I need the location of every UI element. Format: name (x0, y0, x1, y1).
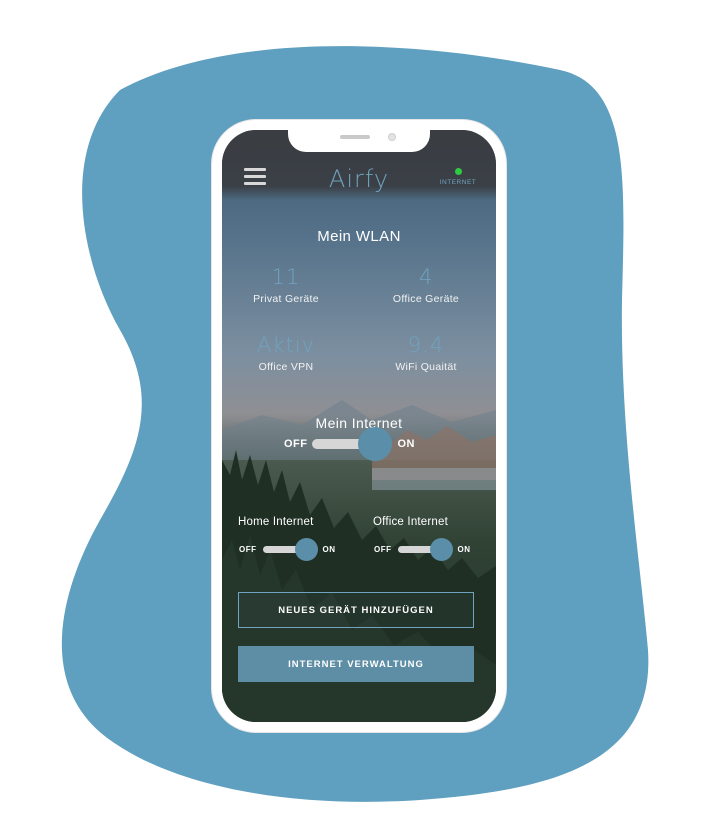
toggle-off-label: OFF (284, 438, 308, 450)
stat-office-devices: 4 Office Geräte (366, 265, 486, 305)
main-internet-toggle[interactable]: OFF ON (284, 427, 415, 461)
phone-screen: Airfy INTERNET Mein WLAN 11 Privat Gerät… (222, 130, 496, 722)
home-internet-toggle[interactable]: OFF ON (239, 538, 336, 561)
toggle-knob[interactable] (357, 427, 392, 461)
status-dot-icon (454, 168, 462, 175)
toggle-knob[interactable] (294, 538, 318, 561)
home-internet-title: Home Internet (238, 516, 314, 528)
toggle-on-label: ON (397, 438, 415, 450)
toggle-track[interactable] (262, 538, 318, 561)
speaker-icon (340, 135, 370, 139)
toggle-on-label: ON (322, 545, 336, 554)
wlan-title: Mein WLAN (317, 228, 401, 245)
stat-label: Office Geräte (392, 293, 460, 305)
stat-label: Privat Geräte (253, 293, 319, 305)
stat-value: 9.4 (407, 333, 445, 357)
toggle-on-label: ON (457, 545, 471, 554)
phone-notch (288, 130, 430, 152)
stat-value: 4 (418, 265, 434, 289)
stat-label: WiFi Quaität (395, 361, 457, 373)
add-device-button[interactable]: NEUES GERÄT HINZUFÜGEN (238, 592, 474, 628)
phone-frame: Airfy INTERNET Mein WLAN 11 Privat Gerät… (212, 120, 506, 732)
toggle-knob[interactable] (429, 538, 453, 561)
stat-value: Aktiv (256, 333, 316, 357)
internet-management-button[interactable]: INTERNET VERWALTUNG (238, 646, 474, 682)
status-label: INTERNET (439, 179, 477, 186)
internet-status: INTERNET (428, 168, 488, 186)
office-internet-title: Office Internet (373, 516, 449, 528)
internet-title: Mein Internet (315, 415, 403, 431)
stat-office-vpn: Aktiv Office VPN (226, 333, 346, 373)
stat-wifi-quality: 9.4 WiFi Quaität (366, 333, 486, 373)
stat-private-devices: 11 Privat Geräte (226, 265, 346, 305)
stat-label: Office VPN (258, 361, 314, 373)
toggle-off-label: OFF (374, 545, 392, 554)
toggle-track[interactable] (397, 538, 453, 561)
office-internet-toggle[interactable]: OFF ON (374, 538, 471, 561)
toggle-track[interactable] (311, 427, 392, 461)
camera-icon (388, 133, 396, 141)
toggle-off-label: OFF (239, 545, 257, 554)
stat-value: 11 (271, 265, 301, 289)
